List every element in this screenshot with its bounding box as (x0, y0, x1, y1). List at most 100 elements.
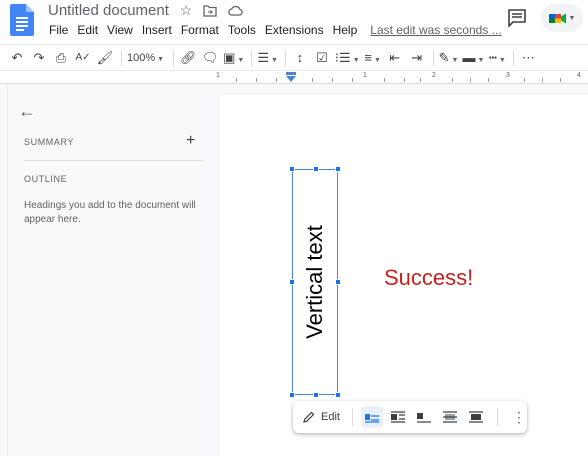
insert-image-icon[interactable]: ▣ ▼ (223, 50, 244, 66)
in-front-of-text-icon (468, 411, 483, 423)
ruler-tick (470, 78, 471, 82)
horizontal-ruler[interactable]: 1 1 2 3 4 (0, 70, 588, 84)
paint-format-icon[interactable]: 🖌︎ (96, 50, 114, 66)
formatting-toolbar: ↶ ↷ ⎙ A✓ 🖌︎ 100% ▼ 🔗︎ 🗨︎ ▣ ▼ ☰ ▼ ↕ ☑ ⁝☰ ▼ ≡ ▼… (0, 44, 588, 70)
ruler-tick (276, 78, 277, 82)
vertical-ruler[interactable] (0, 84, 8, 456)
inline-wrap-button[interactable] (360, 406, 383, 428)
add-comment-icon[interactable]: 🗨︎ (201, 50, 219, 66)
inline-wrap-icon (364, 414, 379, 423)
ruler-tick (404, 78, 405, 82)
border-weight-icon[interactable]: ▬ ▼ (462, 50, 484, 65)
ruler-number: 3 (506, 72, 510, 79)
summary-label: SUMMARY (24, 137, 75, 147)
line-spacing-icon[interactable]: ↕ (291, 50, 309, 65)
body-text[interactable]: Success! (384, 265, 473, 291)
border-dash-icon[interactable]: ┅ ▼ (488, 50, 506, 66)
outline-hint: Headings you add to the document will ap… (24, 200, 196, 225)
chevron-down-icon: ▼ (237, 56, 245, 64)
align-icon[interactable]: ☰ ▼ (257, 50, 278, 66)
ruler-tick (524, 78, 525, 82)
drawing-context-toolbar: Edit ⋮ (293, 401, 527, 433)
zoom-value: 100% (127, 51, 156, 64)
menu-help[interactable]: Help (333, 23, 358, 37)
behind-text-icon (442, 411, 457, 423)
menu-extensions[interactable]: Extensions (265, 23, 324, 37)
meet-button[interactable]: ▼ (541, 4, 583, 32)
toolbar-divider (351, 408, 353, 426)
document-title[interactable]: Untitled document (48, 2, 169, 19)
menu-format[interactable]: Format (181, 23, 219, 37)
ruler-tick (488, 78, 489, 82)
resize-handle[interactable] (313, 392, 319, 398)
back-arrow-icon[interactable]: ← (18, 102, 36, 120)
menu-tools[interactable]: Tools (228, 23, 256, 37)
drawing-selection[interactable]: Vertical text (289, 166, 341, 398)
break-text-button[interactable] (413, 406, 435, 428)
resize-handle[interactable] (289, 166, 295, 172)
checklist-icon[interactable]: ☑ (313, 50, 331, 66)
ruler-tick (256, 78, 257, 82)
resize-handle[interactable] (335, 279, 341, 285)
toolbar-divider (121, 49, 122, 66)
increase-indent-icon[interactable]: ⇥ (408, 50, 426, 66)
chevron-down-icon: ▼ (568, 14, 576, 22)
chevron-down-icon: ▼ (451, 56, 459, 64)
cloud-status-icon[interactable] (228, 5, 244, 16)
decrease-indent-icon[interactable]: ⇤ (386, 50, 404, 66)
menu-view[interactable]: View (107, 23, 133, 37)
pencil-icon (303, 411, 315, 423)
edit-drawing-button[interactable]: Edit (303, 411, 340, 423)
chevron-down-icon: ▼ (157, 55, 165, 63)
indent-marker-icon[interactable] (286, 72, 296, 82)
add-summary-icon[interactable]: + (186, 132, 195, 150)
print-icon[interactable]: ⎙ (52, 50, 70, 66)
toolbar-divider (496, 408, 498, 426)
menu-insert[interactable]: Insert (142, 23, 172, 37)
numbered-list-icon[interactable]: ≡ ▼ (364, 50, 382, 65)
wrap-text-button[interactable] (387, 406, 409, 428)
behind-text-button[interactable] (439, 406, 461, 428)
star-icon[interactable]: ☆ (180, 2, 193, 19)
undo-icon[interactable]: ↶ (8, 50, 26, 66)
resize-handle[interactable] (335, 392, 341, 398)
chevron-down-icon: ▼ (498, 56, 506, 64)
ruler-tick (560, 78, 561, 82)
edit-label: Edit (321, 411, 340, 423)
ruler-number: 1 (363, 72, 367, 79)
resize-handle[interactable] (289, 279, 295, 285)
ruler-number: 2 (432, 72, 436, 79)
more-options-icon[interactable]: ⋯ (519, 50, 537, 66)
menu-edit[interactable]: Edit (77, 23, 98, 37)
comment-history-icon[interactable] (507, 9, 527, 27)
resize-handle[interactable] (289, 392, 295, 398)
move-folder-icon[interactable] (203, 4, 218, 17)
break-text-icon (416, 413, 431, 423)
redo-icon[interactable]: ↷ (30, 50, 48, 66)
ruler-tick (384, 78, 385, 82)
ruler-tick (332, 78, 333, 82)
ruler-tick (452, 78, 453, 82)
resize-handle[interactable] (335, 166, 341, 172)
toolbar-divider (432, 49, 434, 66)
menu-bar: File Edit View Insert Format Tools Exten… (49, 23, 502, 37)
ruler-number: 4 (577, 72, 581, 79)
ruler-tick (236, 78, 237, 82)
chevron-down-icon: ▼ (270, 56, 278, 64)
pen-color-icon[interactable]: ✎ ▼ (439, 50, 459, 66)
ruler-tick (420, 78, 421, 82)
last-edit-link[interactable]: Last edit was seconds ... (370, 23, 501, 37)
toolbar-divider (284, 49, 286, 66)
link-icon[interactable]: 🔗︎ (179, 50, 197, 66)
zoom-select[interactable]: 100% ▼ (127, 52, 164, 64)
docs-logo-icon[interactable] (10, 4, 34, 36)
document-outline-panel: ← SUMMARY + OUTLINE Headings you add to … (8, 84, 218, 456)
in-front-of-text-button[interactable] (465, 406, 487, 428)
wrap-text-icon (390, 411, 405, 423)
bulleted-list-icon[interactable]: ⁝☰ ▼ (335, 50, 360, 66)
more-vert-icon[interactable]: ⋮ (512, 409, 526, 426)
spellcheck-icon[interactable]: A✓ (74, 52, 92, 63)
chevron-down-icon: ▼ (352, 56, 360, 64)
menu-file[interactable]: File (49, 23, 68, 37)
resize-handle[interactable] (313, 166, 319, 172)
